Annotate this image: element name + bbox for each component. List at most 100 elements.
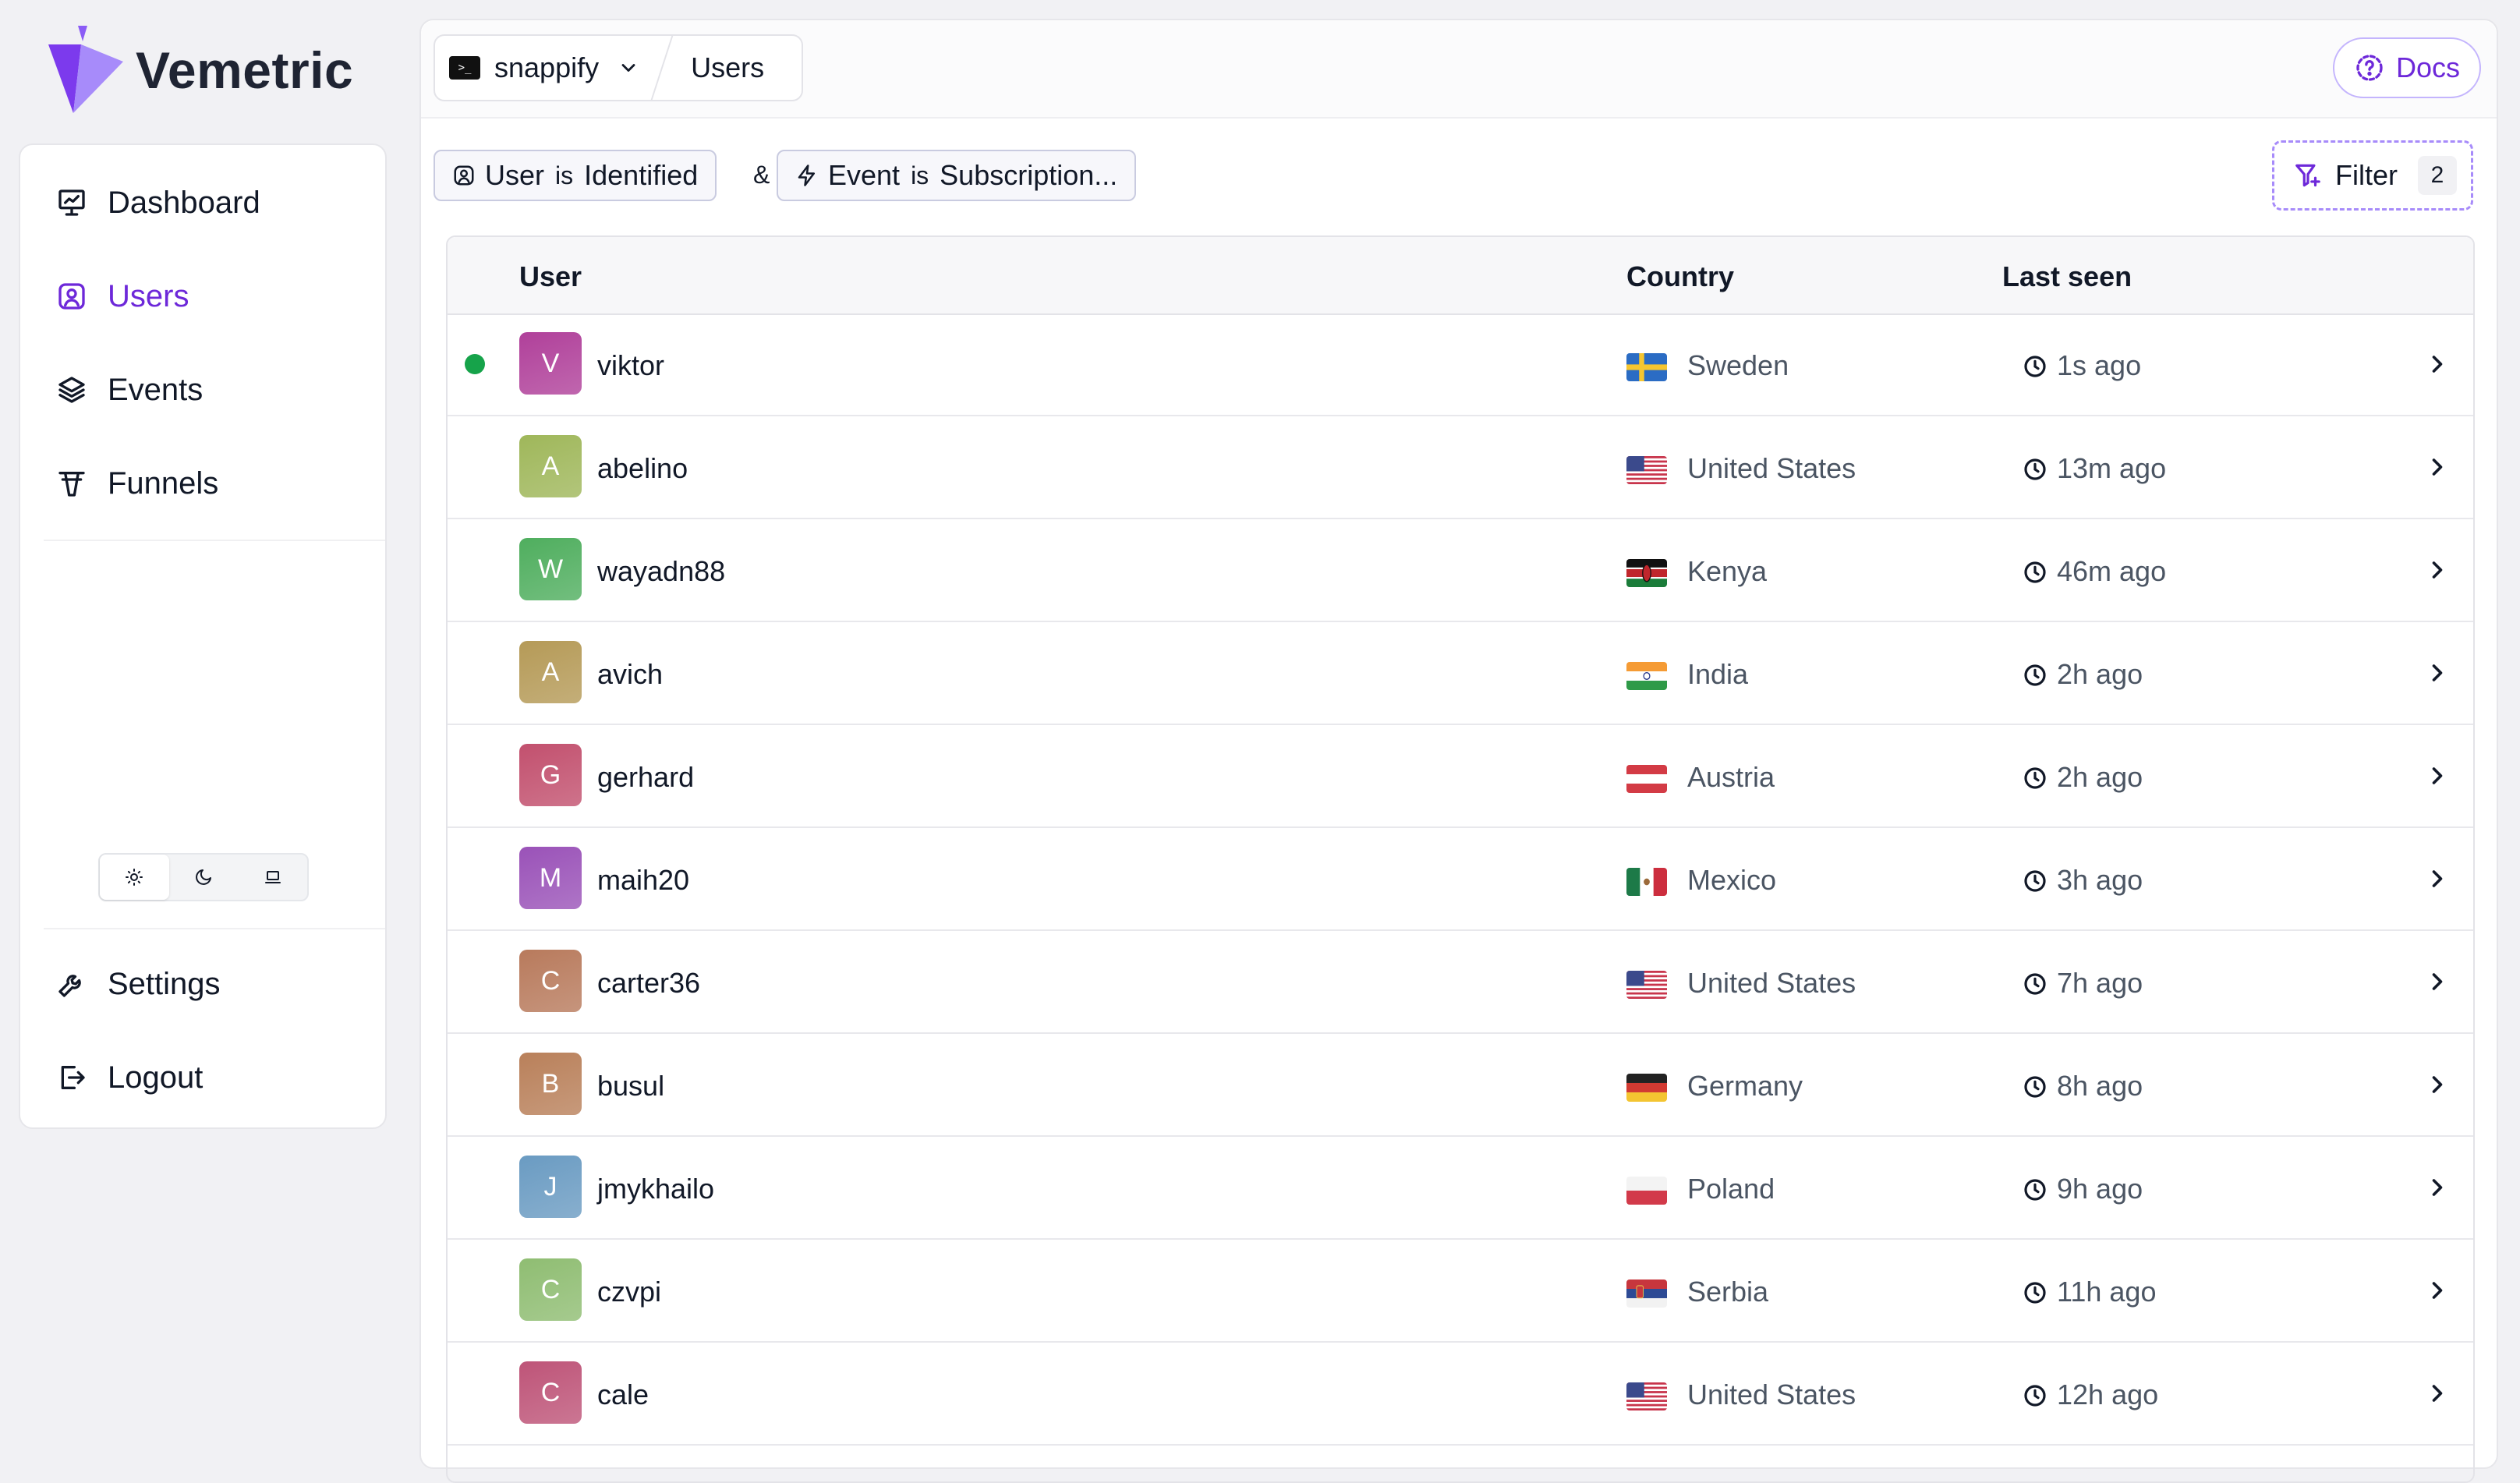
flag-at-icon [1626, 765, 1667, 793]
user-name: czvpi [597, 1276, 662, 1308]
table-row[interactable]: Mmaih20 Mexico 3h ago [448, 828, 2473, 931]
sidebar-item-funnels[interactable]: Funnels [53, 452, 218, 515]
docs-label: Docs [2395, 51, 2461, 83]
column-header-country: Country [1626, 260, 1734, 292]
user-name: wayadn88 [597, 555, 726, 587]
filter-count-badge: 2 [2418, 156, 2457, 195]
sidebar-item-label: Settings [108, 966, 221, 1001]
filter-label: Filter [2335, 159, 2398, 191]
last-seen: 12h ago [2057, 1379, 2159, 1410]
table-row[interactable]: Ccale United States 12h ago [448, 1343, 2473, 1446]
chevron-right-icon[interactable] [2423, 1379, 2451, 1414]
user-name: carter36 [597, 967, 701, 999]
theme-light-button[interactable] [100, 855, 169, 900]
sidebar-item-label: Users [108, 278, 189, 313]
wrench-icon [53, 965, 90, 1003]
breadcrumb: >_ snappify Users [434, 34, 803, 101]
filter-value: Subscription... [940, 159, 1118, 191]
country-name: India [1687, 658, 1749, 690]
divider [44, 928, 385, 929]
clock-icon [2023, 1074, 2048, 1106]
column-header-user: User [519, 260, 582, 292]
sidebar-item-dashboard[interactable]: Dashboard [53, 172, 260, 234]
chevron-right-icon[interactable] [2423, 659, 2451, 694]
sidebar-item-logout[interactable]: Logout [53, 1046, 203, 1109]
user-name: maih20 [597, 864, 690, 896]
user-name: viktor [597, 349, 665, 381]
filter-button[interactable]: Filter 2 [2272, 140, 2473, 211]
flag-pl-icon [1626, 1177, 1667, 1205]
last-seen: 2h ago [2057, 761, 2143, 793]
avatar: G [519, 744, 582, 806]
sidebar-item-label: Logout [108, 1060, 204, 1095]
chevron-right-icon[interactable] [2423, 453, 2451, 488]
table-row[interactable]: Aavich India 2h ago [448, 622, 2473, 725]
table-row[interactable]: Cczvpi Serbia 11h ago [448, 1240, 2473, 1343]
last-seen: 11h ago [2057, 1276, 2157, 1308]
country-name: Sweden [1687, 349, 1789, 381]
project-switcher[interactable]: >_ snappify [435, 51, 639, 84]
docs-button[interactable]: Docs [2333, 37, 2481, 98]
country-name: Serbia [1687, 1276, 1769, 1308]
theme-switcher [98, 853, 309, 901]
table-row[interactable]: Vviktor Sweden 1s ago [448, 313, 2473, 416]
user-circle-icon [53, 278, 90, 315]
sidebar-item-settings[interactable]: Settings [53, 953, 221, 1015]
sidebar-item-events[interactable]: Events [53, 359, 203, 421]
filter-chip-event[interactable]: Event is Subscription... [777, 150, 1137, 201]
clock-icon [2023, 1382, 2048, 1415]
app-logo[interactable]: Vemetric [47, 23, 353, 117]
top-bar: >_ snappify Users Docs [421, 20, 2497, 119]
filter-value: Identified [584, 159, 699, 191]
chevron-right-icon[interactable] [2423, 1173, 2451, 1209]
last-seen: 9h ago [2057, 1173, 2143, 1205]
table-row[interactable]: Bbusul Germany 8h ago [448, 1034, 2473, 1137]
clock-icon [2023, 662, 2048, 695]
filter-field: Event [828, 159, 901, 191]
table-row[interactable]: Ccarter36 United States 7h ago [448, 931, 2473, 1034]
country-name: Austria [1687, 761, 1775, 793]
chevron-right-icon[interactable] [2423, 865, 2451, 900]
sidebar-item-label: Dashboard [108, 185, 260, 220]
app-name: Vemetric [136, 41, 354, 99]
clock-icon [2023, 1279, 2048, 1312]
country-name: Germany [1687, 1070, 1803, 1102]
flag-in-icon [1626, 662, 1667, 690]
chevron-right-icon[interactable] [2423, 556, 2451, 591]
theme-system-button[interactable] [238, 855, 307, 900]
chevron-down-icon [621, 64, 635, 72]
user-name: cale [597, 1379, 649, 1410]
user-name: gerhard [597, 761, 695, 793]
sidebar-item-label: Funnels [108, 465, 219, 501]
chevron-right-icon[interactable] [2423, 350, 2451, 385]
flag-mx-icon [1626, 868, 1667, 896]
chevron-right-icon[interactable] [2423, 1276, 2451, 1311]
avatar: C [519, 1361, 582, 1424]
country-name: United States [1687, 1379, 1856, 1410]
avatar: J [519, 1156, 582, 1218]
filter-chip-user[interactable]: User is Identified [434, 150, 717, 201]
avatar: W [519, 538, 582, 600]
table-row[interactable]: Aabelino United States 13m ago [448, 416, 2473, 519]
users-table: User Country Last seen Vviktor Sweden 1s a… [446, 235, 2475, 1483]
clock-icon [2023, 1177, 2048, 1209]
table-row[interactable]: Ggerhard Austria 2h ago [448, 725, 2473, 828]
chevron-right-icon[interactable] [2423, 762, 2451, 797]
last-seen: 13m ago [2057, 452, 2167, 484]
laptop-icon [264, 871, 281, 883]
last-seen: 8h ago [2057, 1070, 2143, 1102]
vemetric-logo-icon [48, 25, 123, 113]
chevron-right-icon[interactable] [2423, 968, 2451, 1003]
theme-dark-button[interactable] [169, 855, 239, 900]
user-name: avich [597, 658, 664, 690]
main-panel: >_ snappify Users Docs User is Identifie… [419, 19, 2498, 1483]
country-name: Poland [1687, 1173, 1775, 1205]
avatar: C [519, 950, 582, 1012]
avatar: V [519, 332, 582, 395]
layers-icon [53, 371, 90, 409]
filter-operator: is [555, 161, 574, 189]
table-row[interactable]: Jjmykhailo Poland 9h ago [448, 1137, 2473, 1240]
table-row[interactable]: Wwayadn88 Kenya 46m ago [448, 519, 2473, 622]
sidebar-item-users[interactable]: Users [53, 265, 189, 327]
chevron-right-icon[interactable] [2423, 1071, 2451, 1106]
